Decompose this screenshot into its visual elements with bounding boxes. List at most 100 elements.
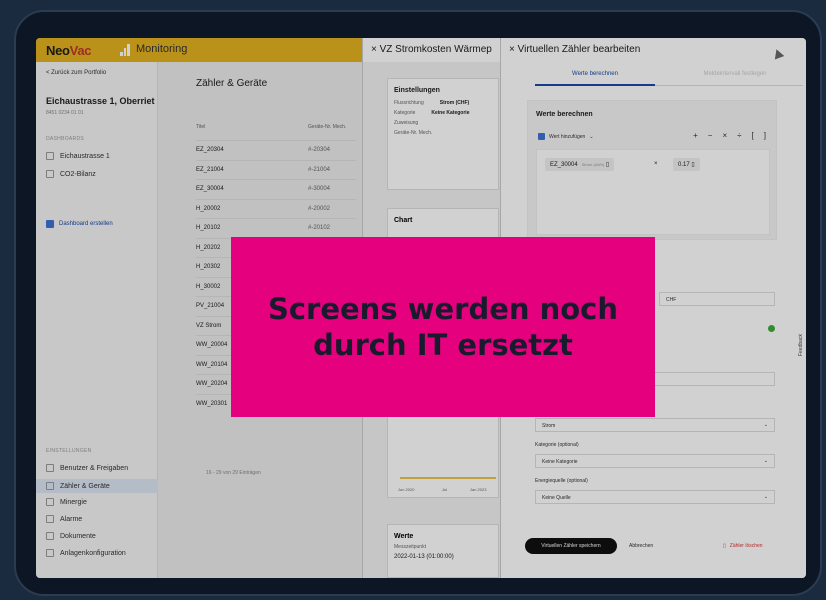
settings-title: Einstellungen bbox=[394, 87, 440, 94]
create-dashboard-button[interactable]: Dashboard erstellen bbox=[46, 220, 113, 228]
section-settings: EINSTELLUNGEN bbox=[46, 448, 92, 454]
save-button[interactable]: Virtuellen Zähler speichern bbox=[525, 538, 617, 554]
row-title: H_20202 bbox=[196, 244, 221, 251]
delete-meter-button[interactable]: ▯ Zähler löschen bbox=[723, 543, 763, 549]
row-device-id: #-30004 bbox=[308, 186, 331, 192]
tab-interval[interactable]: Meldeintervall festlegen bbox=[675, 71, 795, 77]
currency-field[interactable]: CHF bbox=[659, 292, 775, 306]
page-title: Zähler & Geräte bbox=[196, 78, 268, 89]
formula-editor[interactable]: EZ_30004 Strom (kWh) ▯ × 0.17 ▯ bbox=[536, 149, 770, 235]
plus-icon bbox=[538, 133, 545, 140]
chart-title: Chart bbox=[394, 217, 413, 224]
op-bracket-open-button[interactable]: [ bbox=[752, 131, 754, 140]
category-label: Kategorie (optional) bbox=[535, 442, 579, 448]
table-row[interactable]: H_20102 #-20102 bbox=[196, 218, 356, 238]
document-icon bbox=[46, 532, 54, 540]
tab-calculate[interactable]: Werte berechnen bbox=[535, 71, 655, 86]
sidebar-item-plant-config[interactable]: Anlagenkonfiguration bbox=[46, 549, 126, 557]
table-row[interactable]: EZ_21004 #-21004 bbox=[196, 159, 356, 180]
table-row[interactable]: H_20002 #-20002 bbox=[196, 198, 356, 219]
calc-title: Werte berechnen bbox=[536, 111, 593, 118]
row-device-id: #-20102 bbox=[308, 225, 331, 231]
row-device-id: #-20304 bbox=[308, 147, 331, 153]
trash-icon: ▯ bbox=[723, 543, 726, 549]
back-to-portfolio-link[interactable]: < Zurück zum Portfolio bbox=[46, 70, 106, 76]
meter-detail-title[interactable]: × VZ Stromkosten Wärmep bbox=[363, 38, 500, 62]
module-title: Monitoring bbox=[136, 43, 188, 55]
settings-card: Einstellungen Flussrichtung Strom (CHF) K… bbox=[387, 78, 499, 190]
sidebar-item-documents[interactable]: Dokumente bbox=[46, 532, 96, 540]
values-col-header: Messzeitpunkt bbox=[394, 544, 426, 550]
add-value-dropdown[interactable]: Wert hinzufügen ⌄ bbox=[538, 133, 594, 140]
feedback-tab[interactable]: Feedback bbox=[798, 316, 806, 356]
values-card: Werte Messzeitpunkt 2022-01-13 (01:00:00… bbox=[387, 524, 499, 578]
row-title: H_30002 bbox=[196, 283, 221, 290]
placeholder-banner: Screens werden noch durch IT ersetzt bbox=[231, 237, 655, 417]
gear-icon bbox=[46, 549, 54, 557]
sidebar-item-meters[interactable]: Zähler & Geräte bbox=[36, 479, 158, 493]
row-title: EZ_20304 bbox=[196, 147, 224, 153]
table-row[interactable]: EZ_30004 #-30004 bbox=[196, 179, 356, 199]
row-title: VZ Strom bbox=[196, 322, 222, 329]
sidebar-item-minergie[interactable]: Minergie bbox=[46, 498, 87, 506]
op-bracket-close-button[interactable]: ] bbox=[764, 131, 766, 140]
cancel-button[interactable]: Abbrechen bbox=[629, 543, 653, 549]
table-header: Titel Geräte-Nr. Mech. bbox=[196, 124, 347, 130]
values-title: Werte bbox=[394, 533, 414, 540]
banner-text: Screens werden noch durch IT ersetzt bbox=[263, 291, 623, 363]
row-title: WW_20204 bbox=[196, 381, 228, 387]
trash-icon[interactable]: ▯ bbox=[606, 162, 609, 168]
row-title: H_20302 bbox=[196, 264, 221, 270]
section-dashboards: DASHBOARDS bbox=[46, 136, 85, 142]
sidebar-item-dashboard-co2[interactable]: CO2-Bilanz bbox=[46, 170, 96, 178]
chart-x-tick: Jul bbox=[442, 487, 448, 492]
leaf-icon bbox=[46, 170, 54, 178]
row-device-id: #-20002 bbox=[308, 205, 331, 212]
row-device-id: #-21004 bbox=[308, 166, 331, 173]
unit-select[interactable]: Strom ⌄ bbox=[535, 418, 775, 432]
sidebar-item-users[interactable]: Benutzer & Freigaben bbox=[46, 464, 128, 472]
banner-line-2: durch IT ersetzt bbox=[313, 328, 573, 362]
row-title: EZ_21004 bbox=[196, 166, 224, 173]
tabs: Werte berechnen Meldeintervall festlegen bbox=[535, 66, 803, 86]
trash-icon[interactable]: ▯ bbox=[691, 162, 694, 168]
minergie-icon bbox=[46, 498, 54, 506]
op-minus-button[interactable]: − bbox=[708, 131, 713, 140]
chevron-down-icon: ⌄ bbox=[589, 133, 594, 140]
neovac-logo[interactable]: NeoVac bbox=[46, 43, 91, 58]
energy-select[interactable]: Keine Quelle ⌄ bbox=[535, 490, 775, 504]
sidebar-item-dashboard-eichaustrasse[interactable]: Eichaustrasse 1 bbox=[46, 152, 110, 160]
kv-row: Flussrichtung Strom (CHF) bbox=[394, 100, 470, 106]
formula-constant-chip[interactable]: 0.17 ▯ bbox=[673, 158, 700, 171]
chevron-down-icon: ⌄ bbox=[763, 494, 768, 500]
row-title: WW_20004 bbox=[196, 342, 228, 348]
row-title: H_20102 bbox=[196, 225, 221, 231]
pagination-info: 16 - 29 von 29 Einträgen bbox=[206, 470, 261, 476]
chart-x-tick: Jun 2020 bbox=[398, 487, 415, 492]
op-times-button[interactable]: × bbox=[722, 131, 727, 140]
row-title: WW_20301 bbox=[196, 400, 228, 407]
op-divide-button[interactable]: ÷ bbox=[737, 131, 741, 140]
home-icon bbox=[46, 152, 54, 160]
bell-icon bbox=[46, 515, 54, 523]
category-select[interactable]: Keine Kategorie ⌄ bbox=[535, 454, 775, 468]
users-icon bbox=[46, 464, 54, 472]
sidebar: < Zurück zum Portfolio Eichaustrasse 1, … bbox=[36, 62, 158, 578]
op-plus-button[interactable]: + bbox=[693, 131, 698, 140]
row-title: PV_21004 bbox=[196, 303, 225, 309]
sidebar-item-alarms[interactable]: Alarme bbox=[46, 515, 82, 523]
table-row[interactable]: EZ_20304 #-20304 bbox=[196, 140, 356, 160]
chevron-down-icon: ⌄ bbox=[763, 422, 768, 428]
energy-label: Energiequelle (optional) bbox=[535, 478, 588, 484]
value-row: 2022-01-13 (01:00:00) bbox=[394, 554, 454, 560]
chevron-down-icon: ⌄ bbox=[763, 458, 768, 464]
chart-x-tick: Jan 2023 bbox=[470, 487, 487, 492]
formula-meter-chip[interactable]: EZ_30004 Strom (kWh) ▯ bbox=[545, 158, 615, 171]
edit-panel-title[interactable]: × Virtuellen Zähler bearbeiten bbox=[501, 38, 806, 62]
kv-row: Geräte-Nr. Mech. bbox=[394, 130, 433, 136]
site-id: 8451 0234 01 01 bbox=[46, 110, 84, 116]
calc-section: Werte berechnen Wert hinzufügen ⌄ + − × ÷… bbox=[527, 100, 777, 240]
formula-operator: × bbox=[654, 161, 658, 167]
kv-row: Zuweisung bbox=[394, 120, 419, 126]
banner-line-1: Screens werden noch bbox=[267, 292, 619, 326]
